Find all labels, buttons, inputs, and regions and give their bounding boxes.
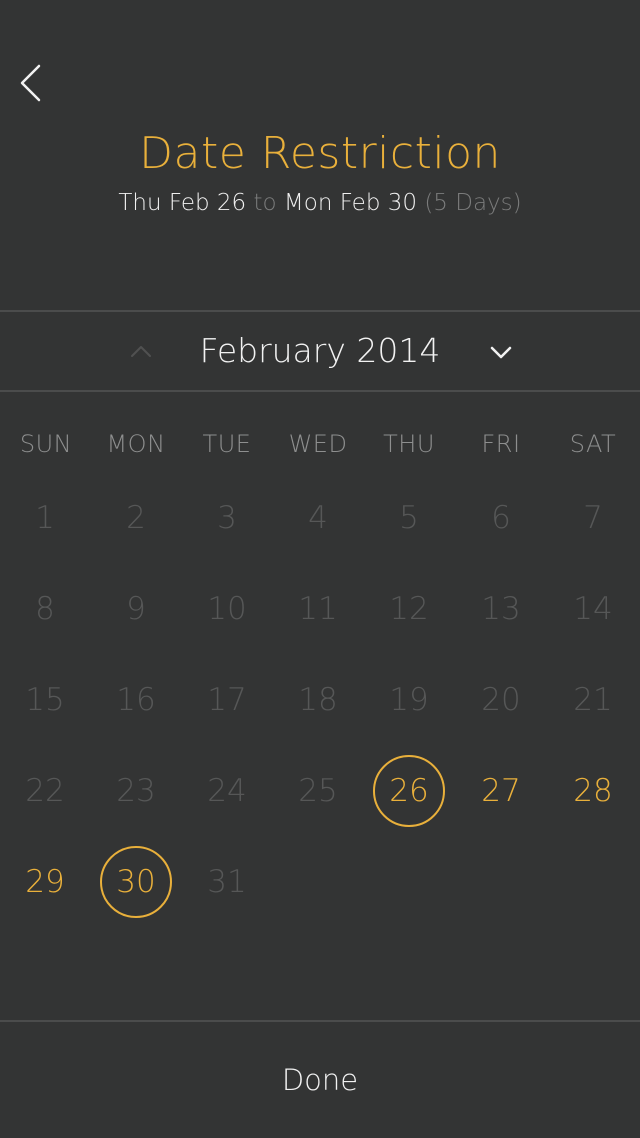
range-end: Mon Feb 30 xyxy=(283,190,418,216)
date-range-summary: Thu Feb 26 to Mon Feb 30 (5 Days) xyxy=(0,190,640,216)
calendar-day: 14 xyxy=(573,591,613,627)
calendar-day: 12 xyxy=(389,591,429,627)
next-month-button[interactable] xyxy=(486,337,516,367)
calendar-day: 11 xyxy=(298,591,338,627)
calendar-day: 24 xyxy=(207,773,247,809)
done-button[interactable]: Done xyxy=(0,1022,640,1138)
top-divider xyxy=(0,310,640,312)
calendar-day-selected[interactable]: 30 xyxy=(100,846,172,918)
range-length: (5 Days) xyxy=(424,190,522,216)
range-connector: to xyxy=(253,190,277,216)
weekday-mon: MON xyxy=(106,430,166,458)
chevron-down-icon xyxy=(490,346,512,359)
range-start: Thu Feb 26 xyxy=(118,190,247,216)
calendar-day: 17 xyxy=(207,682,247,718)
calendar-day: 7 xyxy=(583,500,603,536)
weekday-header: SUN MON TUE WED THU FRI SAT xyxy=(0,430,640,466)
calendar-day-selected[interactable]: 26 xyxy=(373,755,445,827)
calendar-day: 19 xyxy=(389,682,429,718)
calendar-day: 20 xyxy=(481,682,521,718)
calendar-day: 9 xyxy=(126,591,146,627)
calendar-day: 31 xyxy=(207,864,247,900)
chevron-left-icon xyxy=(20,64,41,102)
weekday-tue: TUE xyxy=(202,430,252,458)
calendar-day: 4 xyxy=(308,500,328,536)
calendar-day: 1 xyxy=(35,500,55,536)
weekday-sun: SUN xyxy=(19,430,73,458)
calendar-day: 25 xyxy=(298,773,338,809)
back-button[interactable] xyxy=(12,58,52,108)
calendar-day: 8 xyxy=(35,591,55,627)
calendar-day: 18 xyxy=(298,682,338,718)
calendar-day: 6 xyxy=(491,500,511,536)
calendar-day: 2 xyxy=(126,500,146,536)
calendar-day: 21 xyxy=(573,682,613,718)
month-label: February 2014 xyxy=(199,331,441,370)
calendar-day: 13 xyxy=(481,591,521,627)
calendar-day: 16 xyxy=(116,682,156,718)
month-divider xyxy=(0,390,640,392)
calendar-day[interactable]: 27 xyxy=(465,755,537,827)
weekday-fri: FRI xyxy=(481,430,521,458)
month-navigator: February 2014 xyxy=(0,313,640,390)
weekday-thu: THU xyxy=(383,430,435,458)
calendar-day: 10 xyxy=(207,591,247,627)
weekday-wed: WED xyxy=(288,430,348,458)
weekday-sat: SAT xyxy=(569,430,617,458)
calendar-day[interactable]: 29 xyxy=(9,846,81,918)
calendar-day: 22 xyxy=(25,773,65,809)
page-title: Date Restriction xyxy=(139,128,501,179)
calendar-day: 5 xyxy=(399,500,419,536)
calendar-day: 3 xyxy=(217,500,237,536)
calendar-day: 15 xyxy=(25,682,65,718)
calendar-day[interactable]: 28 xyxy=(557,755,629,827)
calendar-day: 23 xyxy=(116,773,156,809)
